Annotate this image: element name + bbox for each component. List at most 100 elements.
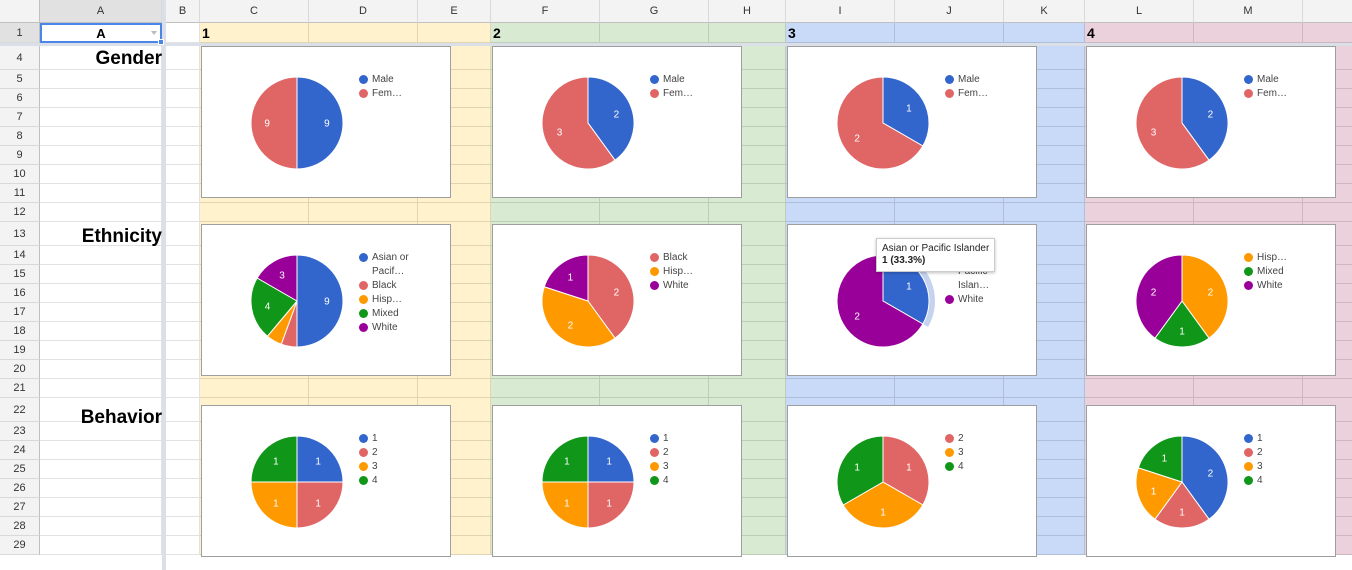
- column-header[interactable]: L: [1085, 0, 1194, 23]
- row-header[interactable]: 26: [0, 479, 40, 498]
- pie-slice[interactable]: [250, 76, 298, 170]
- column-header[interactable]: A: [40, 0, 162, 23]
- cell[interactable]: [418, 203, 491, 222]
- row-header[interactable]: 28: [0, 517, 40, 536]
- legend-item[interactable]: 1: [650, 432, 711, 446]
- cell[interactable]: [418, 23, 491, 43]
- cell[interactable]: [40, 303, 162, 322]
- cell[interactable]: [40, 184, 162, 203]
- cell[interactable]: [40, 536, 162, 555]
- legend-item[interactable]: 3: [1244, 460, 1305, 474]
- cell[interactable]: [895, 23, 1004, 43]
- row-header[interactable]: 17: [0, 303, 40, 322]
- legend-item[interactable]: 1: [1244, 432, 1305, 446]
- cell[interactable]: [166, 108, 200, 127]
- cell[interactable]: [40, 322, 162, 341]
- cell[interactable]: [40, 203, 162, 222]
- pie-chart-behavior-4[interactable]: 2 1 1 1 1 2 3 4: [1086, 405, 1336, 557]
- cell[interactable]: [166, 146, 200, 165]
- row-header[interactable]: 11: [0, 184, 40, 203]
- cell[interactable]: [40, 517, 162, 536]
- legend-item[interactable]: 1: [359, 432, 420, 446]
- cell[interactable]: [309, 23, 418, 43]
- row-header[interactable]: 25: [0, 460, 40, 479]
- row-header[interactable]: 4: [0, 46, 40, 70]
- cell[interactable]: [166, 341, 200, 360]
- cell[interactable]: [40, 479, 162, 498]
- legend-item[interactable]: 3: [650, 460, 711, 474]
- cell[interactable]: [200, 379, 309, 398]
- row-header[interactable]: 15: [0, 265, 40, 284]
- legend-item[interactable]: Fem…: [650, 87, 711, 101]
- select-all-corner[interactable]: [0, 0, 40, 23]
- cell[interactable]: [40, 341, 162, 360]
- legend-item[interactable]: 2: [1244, 446, 1305, 460]
- cell[interactable]: [1303, 203, 1352, 222]
- column-header[interactable]: M: [1194, 0, 1303, 23]
- legend-item[interactable]: Hisp…: [1244, 251, 1305, 265]
- dropdown-arrow-icon[interactable]: [151, 31, 157, 35]
- cell[interactable]: [40, 379, 162, 398]
- cell[interactable]: [40, 460, 162, 479]
- cell[interactable]: [40, 284, 162, 303]
- cell[interactable]: [1194, 379, 1303, 398]
- legend-item[interactable]: Mixed: [359, 307, 420, 321]
- pie-chart-behavior-1[interactable]: 1 1 1 1 1 2 3 4: [201, 405, 451, 557]
- cell[interactable]: [166, 379, 200, 398]
- legend-item[interactable]: 4: [650, 474, 711, 488]
- cell[interactable]: [1004, 23, 1085, 43]
- selected-cell-a1[interactable]: A: [40, 23, 162, 43]
- legend-item[interactable]: Mixed: [1244, 265, 1305, 279]
- cell[interactable]: [1004, 379, 1085, 398]
- cell[interactable]: [709, 23, 786, 43]
- pie-slice[interactable]: [296, 254, 344, 348]
- row-header[interactable]: 12: [0, 203, 40, 222]
- column-header[interactable]: D: [309, 0, 418, 23]
- legend-item[interactable]: Fem…: [1244, 87, 1305, 101]
- pie-chart-ethnicity-3[interactable]: 12Asian or Pacific Islan…WhiteAsian or P…: [787, 224, 1037, 376]
- legend-item[interactable]: Black: [359, 279, 420, 293]
- legend-item[interactable]: White: [1244, 279, 1305, 293]
- legend-item[interactable]: Male: [945, 73, 1006, 87]
- legend-item[interactable]: 4: [1244, 474, 1305, 488]
- cell[interactable]: [166, 284, 200, 303]
- cell[interactable]: [309, 203, 418, 222]
- cell[interactable]: [709, 379, 786, 398]
- legend-item[interactable]: Asian or Pacif…: [359, 251, 420, 279]
- frozen-column-divider[interactable]: [162, 0, 166, 570]
- pie-chart-ethnicity-1[interactable]: 9 4 3 Asian or Pacif… Black Hisp… Mixed White: [201, 224, 451, 376]
- cell[interactable]: [309, 379, 418, 398]
- cell[interactable]: [166, 479, 200, 498]
- cell[interactable]: [166, 460, 200, 479]
- cell[interactable]: [895, 379, 1004, 398]
- cell[interactable]: [40, 146, 162, 165]
- cell[interactable]: [600, 203, 709, 222]
- pie-chart-gender-3[interactable]: 1 2 Male Fem…: [787, 46, 1037, 198]
- pie-chart-behavior-3[interactable]: 1 1 1 2 3 4: [787, 405, 1037, 557]
- row-header[interactable]: 24: [0, 441, 40, 460]
- row-header[interactable]: 6: [0, 89, 40, 108]
- row-header[interactable]: 5: [0, 70, 40, 89]
- column-header[interactable]: H: [709, 0, 786, 23]
- cell[interactable]: [1194, 203, 1303, 222]
- cell[interactable]: [786, 379, 895, 398]
- row-header[interactable]: 23: [0, 422, 40, 441]
- legend-item[interactable]: Male: [650, 73, 711, 87]
- cell[interactable]: [166, 422, 200, 441]
- cell[interactable]: [40, 441, 162, 460]
- cell[interactable]: [40, 70, 162, 89]
- column-header[interactable]: I: [786, 0, 895, 23]
- row-header[interactable]: 8: [0, 127, 40, 146]
- cell[interactable]: [166, 246, 200, 265]
- cell[interactable]: [600, 379, 709, 398]
- cell[interactable]: [1303, 23, 1352, 43]
- cell[interactable]: [166, 184, 200, 203]
- cell[interactable]: [491, 23, 600, 43]
- row-header[interactable]: 13: [0, 222, 40, 246]
- row-header[interactable]: 19: [0, 341, 40, 360]
- cell[interactable]: [709, 203, 786, 222]
- cell[interactable]: [200, 203, 309, 222]
- cell[interactable]: [166, 222, 200, 246]
- cell[interactable]: [1004, 203, 1085, 222]
- cell[interactable]: [491, 203, 600, 222]
